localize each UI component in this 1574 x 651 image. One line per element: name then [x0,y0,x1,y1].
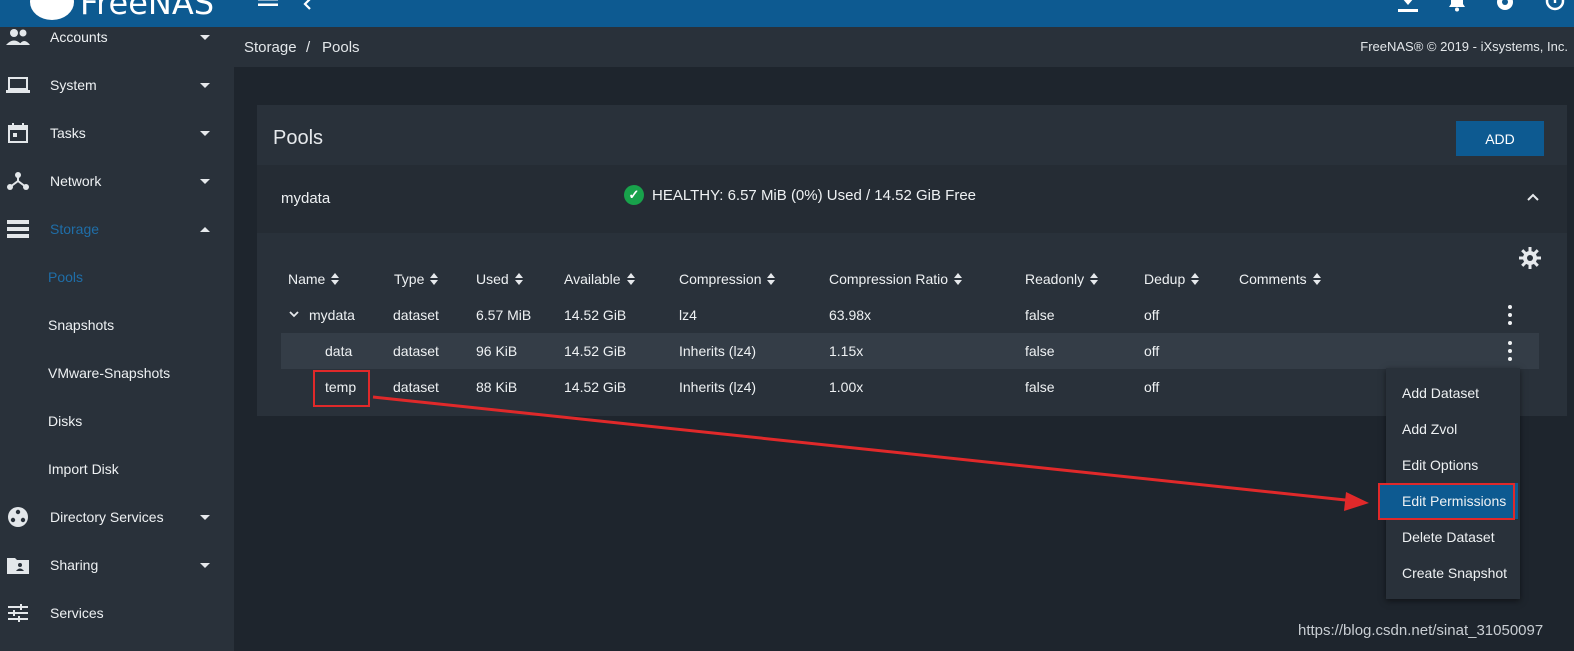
watermark-text: https://blog.csdn.net/sinat_31050097 [1298,622,1544,639]
annotation-arrow [372,395,1369,511]
